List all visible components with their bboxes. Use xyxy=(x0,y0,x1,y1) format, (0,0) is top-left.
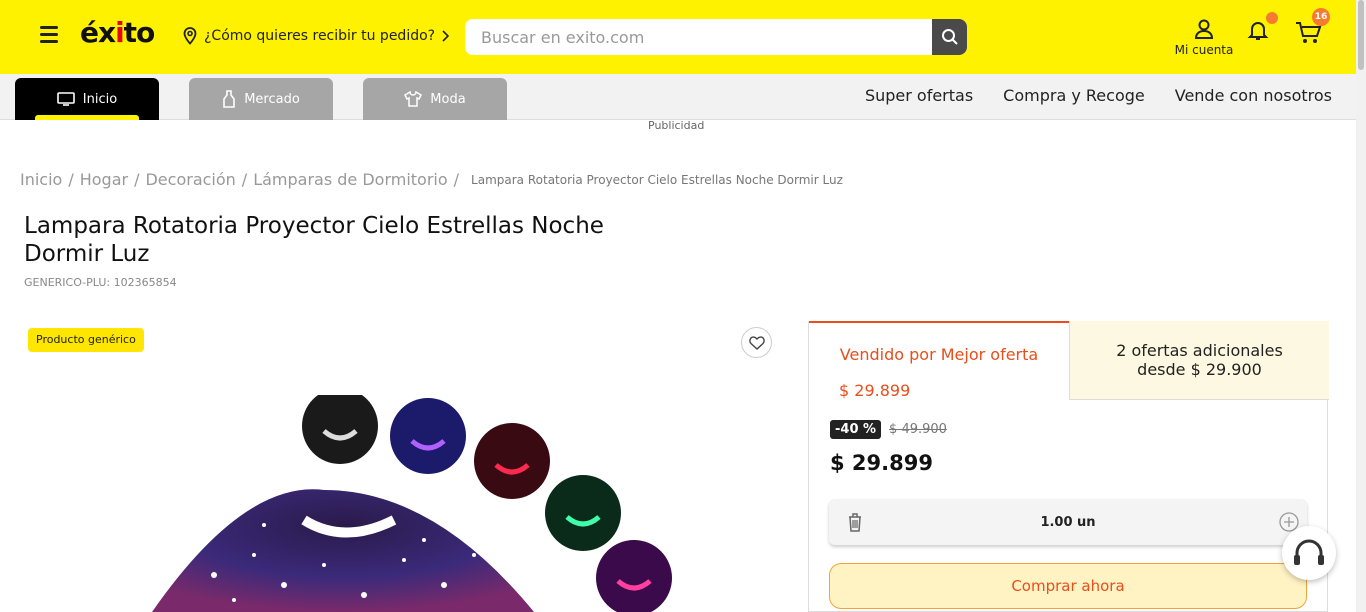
header-bar: éxito ¿Cómo quieres recibir tu pedido? M… xyxy=(0,0,1356,74)
buy-now-button[interactable]: Comprar ahora xyxy=(829,563,1307,609)
tab-inicio-label: Inicio xyxy=(82,91,118,107)
cart-count-badge: 16 xyxy=(1312,8,1330,26)
trash-icon[interactable] xyxy=(847,512,863,532)
search-bar xyxy=(465,19,967,55)
tab-mercado-label: Mercado xyxy=(244,91,300,107)
current-price: $ 29.899 xyxy=(830,451,933,475)
breadcrumb: Inicio / Hogar / Decoración / Lámparas d… xyxy=(20,170,843,189)
product-plu: GENERICO-PLU: 102365854 xyxy=(24,276,177,289)
category-navbar: Inicio Mercado Moda Super ofertas Compra… xyxy=(0,74,1356,120)
link-vende-con-nosotros[interactable]: Vende con nosotros xyxy=(1175,86,1332,105)
account-button[interactable]: Mi cuenta xyxy=(1172,18,1236,57)
ad-label: Publicidad xyxy=(648,119,705,132)
tab-inicio[interactable]: Inicio xyxy=(15,78,159,120)
account-label: Mi cuenta xyxy=(1174,43,1234,57)
link-super-ofertas[interactable]: Super ofertas xyxy=(865,86,973,105)
chevron-right-icon xyxy=(442,30,450,42)
offers-panel: Vendido por Mejor oferta $ 29.899 2 ofer… xyxy=(808,321,1329,612)
notifications-button[interactable] xyxy=(1246,12,1278,42)
generic-product-badge: Producto genérico xyxy=(28,328,144,352)
breadcrumb-inicio[interactable]: Inicio xyxy=(20,170,62,189)
seller-offer-label: Vendido por Mejor oferta xyxy=(839,345,1039,364)
nav-links: Super ofertas Compra y Recoge Vende con … xyxy=(865,86,1332,105)
location-pin-icon xyxy=(183,27,197,45)
search-icon xyxy=(941,29,958,45)
help-chat-button[interactable] xyxy=(1282,526,1336,580)
cart-button[interactable]: 16 xyxy=(1294,8,1330,46)
other-offers-tab[interactable]: 2 ofertas adicionales desde $ 29.900 xyxy=(1069,321,1329,400)
monitor-icon xyxy=(56,92,75,106)
bottle-icon xyxy=(223,90,236,108)
breadcrumb-lamparas[interactable]: Lámparas de Dormitorio xyxy=(253,170,447,189)
search-input[interactable] xyxy=(465,19,932,55)
tab-moda[interactable]: Moda xyxy=(363,78,507,120)
notification-dot xyxy=(1266,12,1278,24)
delivery-location-label: ¿Cómo quieres recibir tu pedido? xyxy=(204,28,436,44)
headset-icon xyxy=(1294,539,1324,565)
quantity-value: 1.00 un xyxy=(1040,514,1096,530)
discount-row: -40 % $ 49.900 xyxy=(830,420,947,439)
menu-icon[interactable] xyxy=(40,26,58,44)
tab-mercado[interactable]: Mercado xyxy=(189,78,333,120)
page-scrollbar[interactable] xyxy=(1356,0,1366,612)
favorite-button[interactable] xyxy=(741,327,772,358)
shirt-icon xyxy=(404,91,423,107)
product-title: Lampara Rotatoria Proyector Cielo Estrel… xyxy=(24,213,604,267)
delivery-location-button[interactable]: ¿Cómo quieres recibir tu pedido? xyxy=(182,27,450,45)
quantity-stepper: 1.00 un xyxy=(829,499,1307,545)
other-offers-label: 2 ofertas adicionales desde $ 29.900 xyxy=(1116,341,1283,379)
link-compra-y-recoge[interactable]: Compra y Recoge xyxy=(1003,86,1145,105)
breadcrumb-current: Lampara Rotatoria Proyector Cielo Estrel… xyxy=(471,172,843,187)
heart-icon xyxy=(748,335,765,350)
breadcrumb-hogar[interactable]: Hogar xyxy=(80,170,128,189)
product-image[interactable] xyxy=(104,395,702,612)
search-button[interactable] xyxy=(932,19,967,55)
tab-moda-label: Moda xyxy=(430,91,466,107)
old-price: $ 49.900 xyxy=(889,422,947,437)
seller-offer-price: $ 29.899 xyxy=(839,381,911,400)
breadcrumb-decoracion[interactable]: Decoración xyxy=(145,170,235,189)
user-icon xyxy=(1194,19,1214,39)
exito-logo[interactable]: éxito xyxy=(80,16,155,49)
discount-badge: -40 % xyxy=(830,420,882,439)
seller-offer-tab[interactable]: Vendido por Mejor oferta $ 29.899 xyxy=(809,321,1069,400)
